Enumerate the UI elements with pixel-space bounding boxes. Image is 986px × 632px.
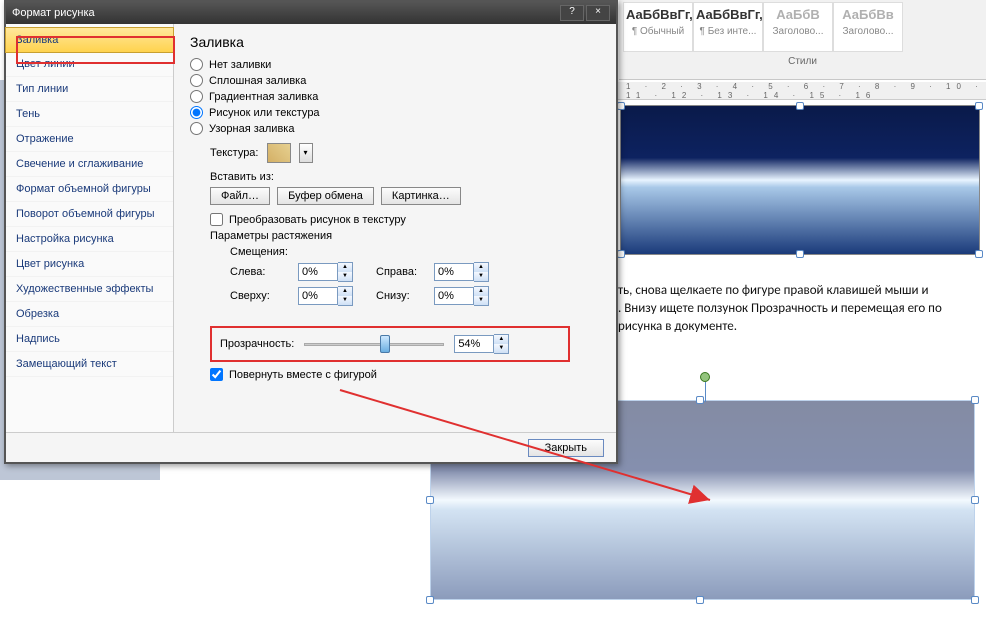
tile-checkbox[interactable] [210,213,223,226]
dialog-footer: Закрыть [6,432,616,462]
transparency-label: Прозрачность: [220,338,294,350]
spin-up[interactable]: ▲ [338,287,352,296]
offset-bottom-input[interactable] [434,287,474,305]
texture-swatch [267,143,291,163]
sidebar-item-3d-format[interactable]: Формат объемной фигуры [6,177,173,202]
dialog-sidebar: Заливка Цвет линии Тип линии Тень Отраже… [6,24,174,434]
spin-up[interactable]: ▲ [474,263,488,272]
radio-picture-fill[interactable] [190,106,203,119]
style-item[interactable]: АаБбВЗаголово... [763,2,833,52]
sidebar-item-shadow[interactable]: Тень [6,102,173,127]
style-item[interactable]: АаБбВвГг,¶ Без инте... [693,2,763,52]
style-item[interactable]: АаБбВвЗаголово... [833,2,903,52]
spin-up[interactable]: ▲ [474,287,488,296]
styles-gallery[interactable]: АаБбВвГг,¶ Обычный АаБбВвГг,¶ Без инте..… [619,0,986,54]
rotate-handle[interactable] [700,372,710,382]
sidebar-item-artistic[interactable]: Художественные эффекты [6,277,173,302]
radio-no-fill[interactable] [190,58,203,71]
sidebar-item-glow[interactable]: Свечение и сглаживание [6,152,173,177]
fill-panel: Заливка Нет заливки Сплошная заливка Гра… [174,24,616,434]
document-text: ть, снова щелкаете по фигуре правой клав… [618,282,982,336]
offset-right-input[interactable] [434,263,474,281]
panel-heading: Заливка [190,34,600,50]
spin-down[interactable]: ▼ [474,296,488,305]
sidebar-item-fill[interactable]: Заливка [5,27,174,53]
sidebar-item-picture-corrections[interactable]: Настройка рисунка [6,227,173,252]
texture-dropdown[interactable]: ▾ [299,143,313,163]
radio-solid-fill[interactable] [190,74,203,87]
format-picture-dialog: Формат рисунка ? × Заливка Цвет линии Ти… [4,0,618,464]
ribbon: АаБбВвГг,¶ Обычный АаБбВвГг,¶ Без инте..… [619,0,986,80]
sidebar-item-3d-rotation[interactable]: Поворот объемной фигуры [6,202,173,227]
horizontal-ruler: 1 · 2 · 3 · 4 · 5 · 6 · 7 · 8 · 9 · 10 ·… [618,82,986,100]
transparency-input[interactable] [454,335,494,353]
close-button[interactable]: Закрыть [528,439,604,457]
offsets-label: Смещения: [230,246,600,258]
clipart-button[interactable]: Картинка… [381,187,461,205]
picture-original[interactable] [620,105,980,255]
insert-from-label: Вставить из: [210,171,600,183]
stretch-heading: Параметры растяжения [210,230,600,242]
dialog-titlebar[interactable]: Формат рисунка ? × [6,2,616,24]
sidebar-item-line-type[interactable]: Тип линии [6,77,173,102]
sidebar-item-textbox[interactable]: Надпись [6,327,173,352]
sidebar-item-picture-color[interactable]: Цвет рисунка [6,252,173,277]
radio-gradient-fill[interactable] [190,90,203,103]
spin-down[interactable]: ▼ [494,344,508,353]
sidebar-item-alt-text[interactable]: Замещающий текст [6,352,173,377]
transparency-highlight: Прозрачность: ▲▼ [210,326,570,362]
spin-up[interactable]: ▲ [338,263,352,272]
offset-left-input[interactable] [298,263,338,281]
spin-down[interactable]: ▼ [474,272,488,281]
dialog-title: Формат рисунка [12,7,95,19]
clipboard-button[interactable]: Буфер обмена [277,187,374,205]
help-button[interactable]: ? [560,5,584,21]
style-item[interactable]: АаБбВвГг,¶ Обычный [623,2,693,52]
spin-down[interactable]: ▼ [338,272,352,281]
offset-top-input[interactable] [298,287,338,305]
spin-up[interactable]: ▲ [494,335,508,344]
sidebar-item-crop[interactable]: Обрезка [6,302,173,327]
close-icon[interactable]: × [586,5,610,21]
texture-label: Текстура: [210,147,259,159]
spin-down[interactable]: ▼ [338,296,352,305]
file-button[interactable]: Файл… [210,187,270,205]
transparency-slider[interactable] [304,335,444,353]
ribbon-group-label: Стили [619,56,986,67]
sidebar-item-reflection[interactable]: Отражение [6,127,173,152]
sidebar-item-line-color[interactable]: Цвет линии [6,52,173,77]
rotate-with-shape-checkbox[interactable] [210,368,223,381]
radio-pattern-fill[interactable] [190,122,203,135]
